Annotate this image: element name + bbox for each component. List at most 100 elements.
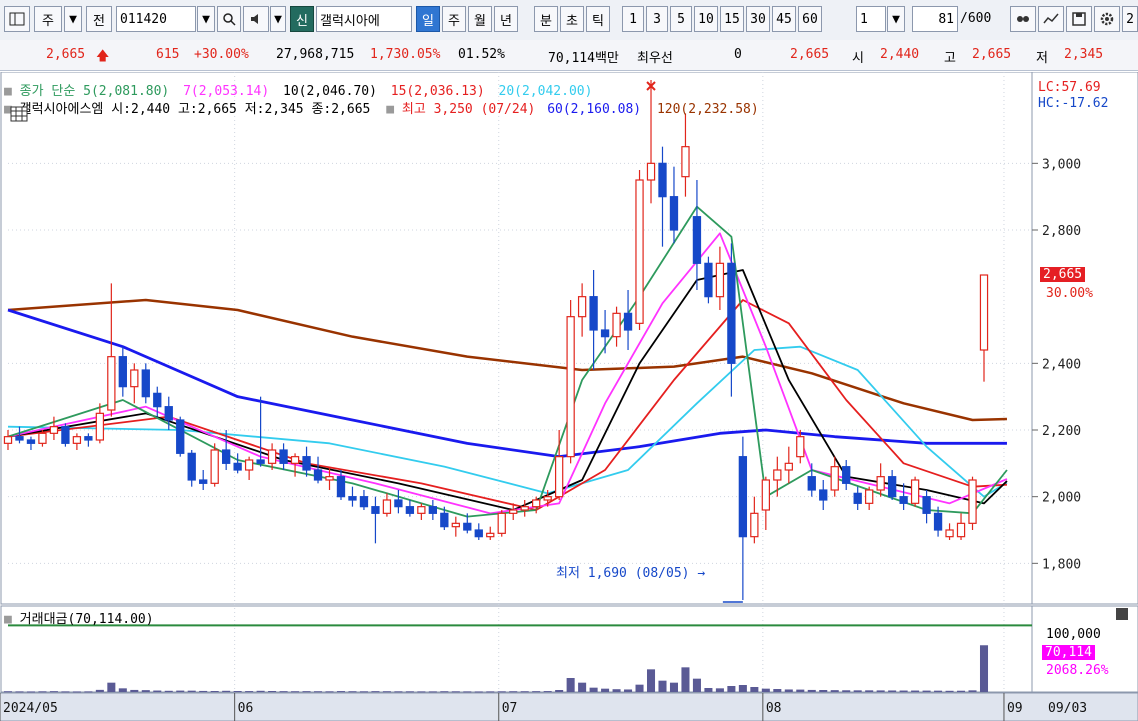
candle-body: [26, 439, 36, 444]
volume-bar: [497, 691, 506, 693]
tab-minute[interactable]: 분: [534, 6, 558, 32]
volume-bar: [382, 691, 391, 693]
maximize-icon[interactable]: [1116, 608, 1128, 620]
chevron-down-icon[interactable]: ▼: [64, 6, 82, 32]
current-price-box: 2,665: [1040, 267, 1086, 282]
volume-bar: [15, 691, 24, 693]
tab-year[interactable]: 년: [494, 6, 518, 32]
volume-bar: [669, 682, 678, 692]
tab-month[interactable]: 월: [468, 6, 492, 32]
table-icon[interactable]: [10, 106, 28, 122]
legend-ma15: 15(2,036.13): [390, 84, 485, 99]
volume-bar: [187, 690, 196, 692]
volume-bar: [486, 691, 495, 693]
volume-bar: [428, 691, 437, 693]
chevron-down-icon[interactable]: ▼: [270, 6, 286, 32]
volume-bar: [555, 690, 564, 692]
candle-body: [646, 162, 656, 181]
candle-body: [669, 196, 679, 231]
volume-bar: [704, 688, 713, 692]
volume-bar: [463, 691, 472, 693]
volume-bar: [819, 690, 828, 692]
candle-body: [130, 369, 139, 388]
candle-body: [715, 262, 725, 298]
tab-day[interactable]: 일: [416, 6, 440, 32]
volume-current-box: 70,114: [1042, 645, 1095, 660]
candle-body: [463, 522, 472, 531]
indicator-icon[interactable]: [1038, 6, 1064, 32]
volume-bar: [268, 691, 277, 692]
volume-bar: [3, 691, 13, 693]
x-tick-label: 06: [238, 701, 254, 716]
y-tick-label: 2,800: [1042, 224, 1081, 239]
y-tick-label: 1,800: [1042, 557, 1081, 572]
candle-body: [589, 296, 598, 331]
tab-tick[interactable]: 틱: [586, 6, 610, 32]
quote-bar: 2,665 🡅 615 +30.00% 27,968,715 1,730.05%…: [0, 40, 1138, 71]
new-button[interactable]: 신: [290, 6, 314, 32]
volume-percent: 1,730.05%: [370, 47, 441, 62]
save-icon[interactable]: [1066, 6, 1092, 32]
legend-square-icon: ■: [386, 102, 395, 117]
candle-body: [945, 529, 954, 538]
chevron-down-icon[interactable]: ▼: [887, 6, 905, 32]
stock-code-input[interactable]: 011420: [116, 6, 196, 32]
chevron-down-icon[interactable]: ▼: [197, 6, 215, 32]
legend-ma10: 10(2,046.70): [283, 84, 377, 99]
interval-button-5[interactable]: 5: [670, 6, 692, 32]
interval-button-1[interactable]: 1: [622, 6, 644, 32]
interval-button-15[interactable]: 15: [720, 6, 744, 32]
tab-second[interactable]: 초: [560, 6, 584, 32]
volume-bar: [957, 690, 966, 692]
interval-button-3[interactable]: 3: [646, 6, 668, 32]
turnover-rate: 01.52%: [458, 47, 505, 62]
stock-name-field[interactable]: 갤럭시아에: [316, 6, 412, 32]
search-icon[interactable]: [217, 6, 241, 32]
candle-body: [876, 476, 885, 491]
volume-bar: [578, 682, 587, 692]
candle-body: [176, 419, 185, 454]
trade-amount: 70,114백만: [548, 51, 619, 66]
interval-button-60[interactable]: 60: [798, 6, 822, 32]
lc-label: LC:57.69: [1038, 80, 1101, 95]
volume-bar: [646, 669, 656, 692]
volume-bar: [532, 691, 541, 693]
speaker-icon[interactable]: [243, 6, 269, 32]
candle-body: [187, 452, 196, 481]
volume-bar: [876, 690, 885, 692]
candle-body: [233, 462, 242, 471]
interval-input[interactable]: 1: [856, 6, 886, 32]
volume-bar: [95, 689, 104, 692]
candle-body: [244, 459, 254, 471]
volume-bar: [899, 690, 908, 692]
legend-ma60: 60(2,160.08): [547, 102, 642, 117]
volume-bar: [84, 691, 93, 693]
volume-level-label: 100,000: [1046, 627, 1101, 642]
interval-button-30[interactable]: 30: [746, 6, 770, 32]
price-chart[interactable]: 3,000 2,800 2,400 2,200 2,000 1,800 2024/05 06 0…: [0, 72, 1138, 721]
candle-body: [532, 499, 541, 508]
volume-bar: [176, 690, 185, 692]
candle-body: [681, 146, 690, 178]
volume-bar: [222, 690, 231, 692]
high-label: 고: [944, 51, 956, 66]
quote-price: 2,665: [790, 47, 830, 62]
volume-bar: [336, 691, 346, 693]
volume-bar: [934, 690, 943, 692]
layout-icon[interactable]: [4, 6, 30, 32]
prev-button[interactable]: 전: [86, 6, 112, 32]
extra-button[interactable]: 2: [1122, 6, 1138, 32]
volume-bar: [325, 691, 334, 693]
interval-button-45[interactable]: 45: [772, 6, 796, 32]
count-input[interactable]: 81: [912, 6, 958, 32]
chart-toolbar: 주 ▼ 전 011420 ▼ ▼ 신 갤럭시아에 일 주 월 년 분 초 틱 1…: [0, 0, 1138, 41]
pin-icon[interactable]: [1010, 6, 1036, 32]
tab-week[interactable]: 주: [442, 6, 466, 32]
x-tick-label: 08: [766, 701, 782, 716]
interval-button-10[interactable]: 10: [694, 6, 718, 32]
period-select[interactable]: 주: [34, 6, 62, 32]
x-tick-label: 07: [502, 701, 518, 716]
hc-label: HC:-17.62: [1038, 96, 1109, 111]
gear-icon[interactable]: [1094, 6, 1120, 32]
volume-title: 거래대금(70,114.00): [19, 612, 154, 627]
